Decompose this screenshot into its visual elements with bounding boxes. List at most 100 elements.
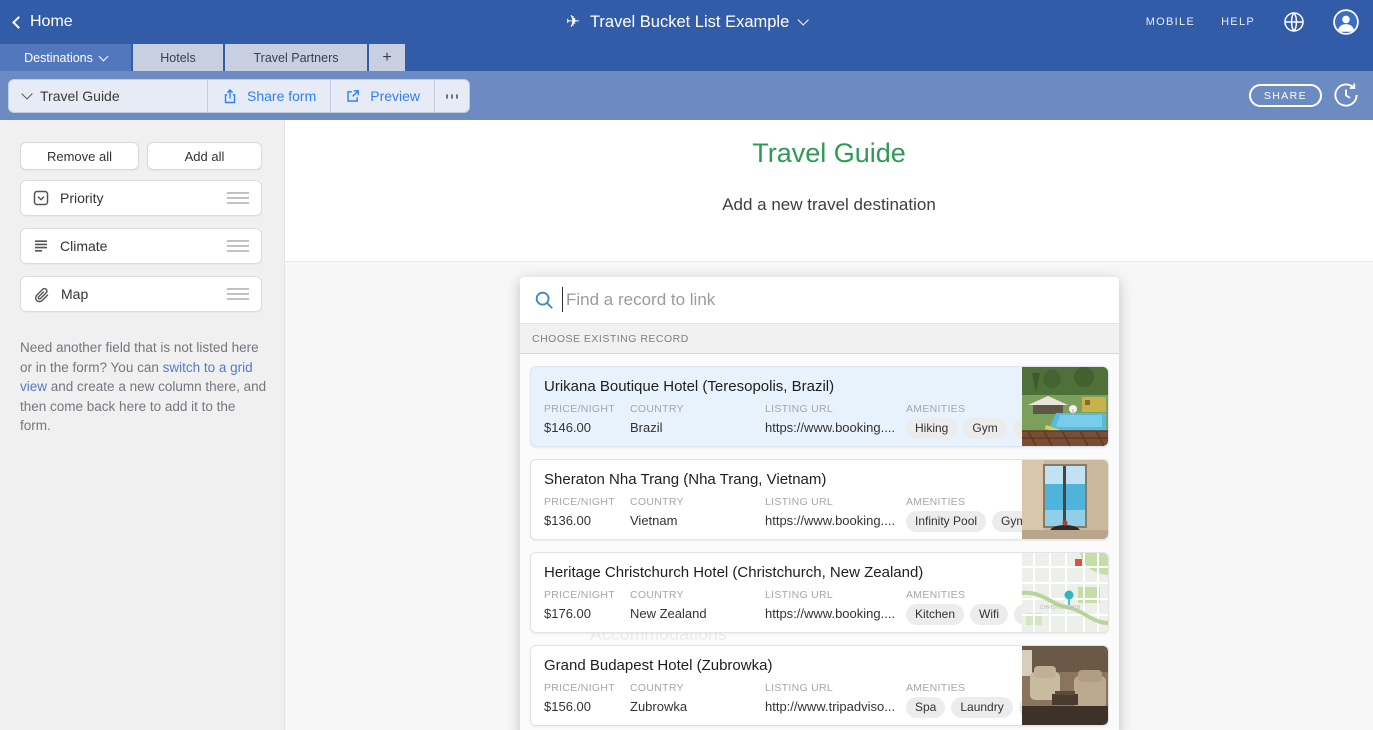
mobile-link[interactable]: MOBILE [1146, 16, 1195, 28]
field-label: Priority [60, 190, 216, 206]
form-subtitle: Add a new travel destination [285, 195, 1373, 215]
url-value: https://www.booking.... [765, 606, 906, 621]
history-icon[interactable] [1331, 80, 1361, 110]
record-card[interactable]: Sheraton Nha Trang (Nha Trang, Vietnam) … [530, 459, 1109, 540]
remove-all-button[interactable]: Remove all [20, 142, 139, 170]
form-preview-area: Travel Guide Add a new travel destinatio… [285, 120, 1373, 730]
drag-handle-icon[interactable] [227, 240, 249, 252]
select-field-icon [33, 190, 49, 206]
record-title: Urikana Boutique Hotel (Teresopolis, Bra… [544, 378, 834, 395]
base-title-menu[interactable]: ✈ Travel Bucket List Example [566, 0, 808, 44]
price-value: $176.00 [544, 606, 630, 621]
record-search-row [520, 277, 1119, 323]
view-controls-group: Travel Guide Share form Preview [8, 79, 470, 113]
country-value: Zubrowka [630, 699, 765, 714]
home-button[interactable]: Home [14, 0, 73, 44]
share-form-button[interactable]: Share form [208, 80, 331, 112]
amenity-chip: Infinity Pool [906, 511, 986, 532]
column-label: AMENITIES [906, 682, 1022, 694]
drag-handle-icon[interactable] [227, 288, 249, 300]
field-label: Climate [60, 238, 216, 254]
text-cursor [562, 287, 563, 312]
globe-icon[interactable] [1281, 9, 1307, 35]
country-value: New Zealand [630, 606, 765, 621]
amenity-chips: Infinity PoolGym [906, 511, 1022, 532]
vintage-lounge-photo [1022, 646, 1108, 725]
column-label: PRICE/NIGHT [544, 496, 630, 508]
record-title: Sheraton Nha Trang (Nha Trang, Vietnam) [544, 471, 826, 488]
tab-travel-partners[interactable]: Travel Partners [225, 44, 367, 71]
price-value: $156.00 [544, 699, 630, 714]
drag-handle-icon[interactable] [227, 192, 249, 204]
view-switcher[interactable]: Travel Guide [9, 80, 208, 112]
share-icon [222, 88, 238, 104]
preview-button[interactable]: Preview [331, 80, 435, 112]
tab-label: Hotels [160, 51, 195, 65]
form-body: Accommodations CHOOSE EXISTING RECORD [285, 262, 1373, 730]
column-label: COUNTRY [630, 403, 765, 415]
column-label: PRICE/NIGHT [544, 403, 630, 415]
price-value: $146.00 [544, 420, 630, 435]
svg-text:CHRISTCHURCH: CHRISTCHURCH [1040, 605, 1081, 611]
amenity-chip: Laundry [951, 697, 1012, 718]
record-card[interactable]: Grand Budapest Hotel (Zubrowka) PRICE/NI… [530, 645, 1109, 726]
search-icon [533, 289, 555, 311]
form-header: Travel Guide Add a new travel destinatio… [285, 120, 1373, 262]
note-text: and create a new column there, and then … [20, 379, 266, 433]
share-view-button[interactable]: SHARE [1249, 84, 1322, 107]
amenity-chips: Kitchen Wifi [906, 604, 1022, 625]
city-map-photo: CHRISTCHURCH [1022, 553, 1108, 632]
tab-label: + [382, 49, 391, 67]
avatar-icon[interactable] [1333, 9, 1359, 35]
url-value: http://www.tripadviso... [765, 699, 906, 714]
share-form-label: Share form [247, 88, 316, 104]
app-window: Home ✈ Travel Bucket List Example MOBILE… [0, 0, 1373, 730]
amenity-chip: Wifi [970, 604, 1008, 625]
column-label: LISTING URL [765, 496, 906, 508]
add-table-tab[interactable]: + [369, 44, 405, 71]
attachment-field-icon [33, 286, 50, 303]
column-label: AMENITIES [906, 403, 1022, 415]
topbar-right: MOBILE HELP [1146, 0, 1359, 44]
add-all-label: Add all [185, 149, 225, 164]
more-icon [451, 94, 453, 99]
field-card-climate[interactable]: Climate [20, 228, 262, 264]
add-all-button[interactable]: Add all [147, 142, 262, 170]
top-bar: Home ✈ Travel Bucket List Example MOBILE… [0, 0, 1373, 44]
tab-hotels[interactable]: Hotels [133, 44, 223, 71]
amenity-chips: SpaLaundry [906, 697, 1022, 718]
tab-destinations[interactable]: Destinations [0, 44, 131, 71]
record-list: Urikana Boutique Hotel (Teresopolis, Bra… [520, 354, 1119, 730]
column-label: LISTING URL [765, 682, 906, 694]
long-text-field-icon [33, 238, 49, 254]
record-fields: PRICE/NIGHT$176.00 COUNTRYNew Zealand LI… [544, 589, 1022, 625]
more-options-button[interactable] [435, 80, 469, 112]
field-card-priority[interactable]: Priority [20, 180, 262, 216]
more-icon [446, 94, 448, 99]
record-picker-modal: CHOOSE EXISTING RECORD Urikana Boutique … [520, 277, 1119, 730]
record-fields: PRICE/NIGHT$136.00 COUNTRYVietnam LISTIN… [544, 496, 1022, 532]
amenity-chip [1013, 418, 1022, 439]
form-fields-sidebar: Remove all Add all Priority Climate Map [0, 120, 285, 730]
amenity-chip: Kitchen [906, 604, 964, 625]
external-link-icon [345, 88, 361, 104]
sidebar-help-note: Need another field that is not listed he… [20, 338, 268, 436]
amenity-chip: Gym [963, 418, 1006, 439]
amenity-chip: Hiking [906, 418, 957, 439]
tab-label: Travel Partners [254, 51, 339, 65]
record-card[interactable]: Urikana Boutique Hotel (Teresopolis, Bra… [530, 366, 1109, 447]
record-title: Heritage Christchurch Hotel (Christchurc… [544, 564, 923, 581]
search-input[interactable] [566, 277, 1106, 323]
help-link[interactable]: HELP [1221, 16, 1255, 28]
record-card[interactable]: Heritage Christchurch Hotel (Christchurc… [530, 552, 1109, 633]
chevron-down-icon [98, 51, 108, 61]
view-toolbar: Travel Guide Share form Preview SHARE [0, 71, 1373, 120]
section-header: CHOOSE EXISTING RECORD [520, 323, 1119, 354]
price-value: $136.00 [544, 513, 630, 528]
preview-label: Preview [370, 88, 420, 104]
column-label: COUNTRY [630, 682, 765, 694]
url-value: https://www.booking.... [765, 513, 906, 528]
field-card-map[interactable]: Map [20, 276, 262, 312]
column-label: LISTING URL [765, 403, 906, 415]
column-label: PRICE/NIGHT [544, 589, 630, 601]
